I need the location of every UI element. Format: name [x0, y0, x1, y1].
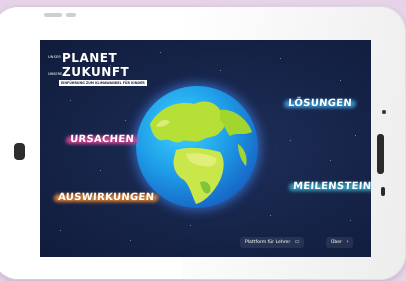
app-screen: UNSER PLANET UNSERE ZUKUNFT EINFÜHRUNG Z… — [40, 40, 371, 257]
about-label: Über — [331, 240, 342, 245]
about-button[interactable]: Über › — [326, 237, 354, 248]
power-button — [66, 13, 76, 17]
logo-title-planet: PLANET — [62, 51, 118, 65]
category-solutions-label: LÖSUNGEN — [287, 98, 353, 109]
side-indicator — [381, 187, 385, 196]
category-solutions[interactable]: LÖSUNGEN — [283, 98, 357, 109]
monitor-icon: ▭ — [294, 239, 300, 245]
sensor-dot — [382, 110, 386, 114]
continents-graphic — [150, 101, 252, 204]
teacher-platform-button[interactable]: Plattform für Lehrer ▭ — [240, 237, 305, 248]
teacher-platform-label: Plattform für Lehrer — [245, 240, 291, 245]
logo-title-zukunft: ZUKUNFT — [62, 65, 130, 79]
home-bar — [377, 134, 384, 174]
volume-button — [44, 13, 62, 17]
earth-globe[interactable] — [136, 86, 258, 208]
category-milestones[interactable]: MEILENSTEINE — [288, 181, 371, 192]
category-milestones-label: MEILENSTEINE — [292, 181, 371, 192]
category-effects[interactable]: AUSWIRKUNGEN — [53, 192, 159, 203]
logo-prefix-top: UNSER — [48, 55, 62, 59]
logo-banner: EINFÜHRUNG ZUM KLIMAWANDEL FÜR KINDER — [59, 80, 147, 86]
chevron-right-icon: › — [346, 239, 349, 245]
category-effects-label: AUSWIRKUNGEN — [57, 192, 155, 203]
category-causes[interactable]: URSACHEN — [65, 134, 139, 145]
camera-icon — [14, 143, 25, 160]
category-causes-label: URSACHEN — [69, 134, 135, 145]
logo-prefix-bottom: UNSERE — [48, 72, 63, 76]
